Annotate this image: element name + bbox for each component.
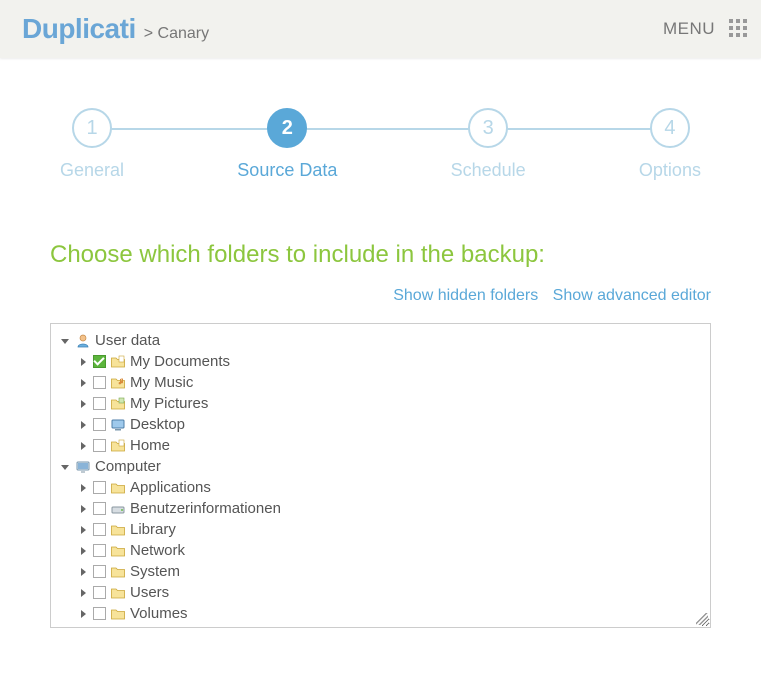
menu-grid-icon	[729, 19, 749, 39]
tree-node[interactable]: Desktop	[59, 414, 702, 435]
include-checkbox[interactable]	[93, 355, 106, 368]
folder-pic-icon	[110, 396, 126, 412]
step-source-data[interactable]: 2 Source Data	[237, 108, 337, 181]
step-number: 4	[650, 108, 690, 148]
tree-node[interactable]: Home	[59, 435, 702, 456]
tree-node-label: Library	[130, 519, 176, 540]
step-label: Source Data	[237, 160, 337, 181]
include-checkbox[interactable]	[93, 544, 106, 557]
tree-node-label: User data	[95, 330, 160, 351]
app-logo-text[interactable]: Duplicati	[22, 13, 136, 45]
breadcrumb: > Canary	[144, 25, 209, 43]
expand-icon[interactable]	[77, 566, 89, 578]
folder-icon	[110, 606, 126, 622]
expand-icon[interactable]	[77, 524, 89, 536]
expand-icon[interactable]	[77, 356, 89, 368]
folder-icon	[110, 480, 126, 496]
expand-icon[interactable]	[77, 419, 89, 431]
tree-node[interactable]: bin	[59, 624, 702, 628]
expand-icon[interactable]	[77, 545, 89, 557]
include-checkbox[interactable]	[93, 439, 106, 452]
computer-icon	[75, 459, 91, 475]
tree-node-label: My Music	[130, 372, 193, 393]
step-options[interactable]: 4 Options	[639, 108, 701, 181]
menu-button[interactable]: MENU	[663, 19, 749, 39]
expand-icon[interactable]	[77, 482, 89, 494]
step-label: General	[60, 160, 124, 181]
user-icon	[75, 333, 91, 349]
step-general[interactable]: 1 General	[60, 108, 124, 181]
step-number: 2	[267, 108, 307, 148]
include-checkbox[interactable]	[93, 418, 106, 431]
tree-node[interactable]: Benutzerinformationen	[59, 498, 702, 519]
folder-doc-icon	[110, 438, 126, 454]
folder-icon	[110, 585, 126, 601]
show-hidden-folders-link[interactable]: Show hidden folders	[393, 287, 538, 304]
include-checkbox[interactable]	[93, 397, 106, 410]
tree-node[interactable]: My Music	[59, 372, 702, 393]
tree-node-label: My Documents	[130, 351, 230, 372]
tree-node-label: Desktop	[130, 414, 185, 435]
expand-icon[interactable]	[77, 398, 89, 410]
drive-icon	[110, 501, 126, 517]
folder-doc-icon	[110, 354, 126, 370]
tree-node[interactable]: User data	[59, 330, 702, 351]
include-checkbox[interactable]	[93, 502, 106, 515]
folder-tree[interactable]: User dataMy DocumentsMy MusicMy Pictures…	[50, 323, 711, 628]
step-schedule[interactable]: 3 Schedule	[451, 108, 526, 181]
tree-node-label: My Pictures	[130, 393, 208, 414]
tree-options-row: Show hidden folders Show advanced editor	[50, 287, 711, 305]
step-label: Schedule	[451, 160, 526, 181]
tree-node-label: bin	[130, 624, 150, 628]
tree-node[interactable]: Library	[59, 519, 702, 540]
tree-node-label: Applications	[130, 477, 211, 498]
include-checkbox[interactable]	[93, 586, 106, 599]
tree-node-label: Computer	[95, 456, 161, 477]
collapse-icon[interactable]	[59, 461, 71, 473]
folder-icon	[110, 522, 126, 538]
tree-node[interactable]: My Documents	[59, 351, 702, 372]
tree-node[interactable]: System	[59, 561, 702, 582]
include-checkbox[interactable]	[93, 565, 106, 578]
expand-icon[interactable]	[77, 503, 89, 515]
folder-icon	[110, 564, 126, 580]
desktop-icon	[110, 417, 126, 433]
show-advanced-editor-link[interactable]: Show advanced editor	[553, 287, 711, 304]
tree-node[interactable]: Computer	[59, 456, 702, 477]
tree-node[interactable]: Volumes	[59, 603, 702, 624]
wizard-stepper: 1 General 2 Source Data 3 Schedule 4 Opt…	[60, 108, 701, 181]
tree-node-label: Users	[130, 582, 169, 603]
app-header: Duplicati > Canary MENU	[0, 0, 761, 58]
folder-icon	[110, 543, 126, 559]
tree-node-label: Home	[130, 435, 170, 456]
tree-node-label: Network	[130, 540, 185, 561]
expand-icon[interactable]	[77, 608, 89, 620]
menu-label: MENU	[663, 19, 715, 39]
include-checkbox[interactable]	[93, 376, 106, 389]
tree-node[interactable]: Applications	[59, 477, 702, 498]
folder-music-icon	[110, 375, 126, 391]
section-title: Choose which folders to include in the b…	[50, 241, 711, 269]
expand-icon[interactable]	[77, 587, 89, 599]
step-number: 1	[72, 108, 112, 148]
stepper-line	[100, 128, 661, 130]
brand-area: Duplicati > Canary	[22, 13, 209, 45]
folder-icon	[110, 627, 126, 629]
tree-node[interactable]: Network	[59, 540, 702, 561]
expand-icon[interactable]	[77, 440, 89, 452]
include-checkbox[interactable]	[93, 481, 106, 494]
include-checkbox[interactable]	[93, 523, 106, 536]
tree-node[interactable]: Users	[59, 582, 702, 603]
tree-node-label: Benutzerinformationen	[130, 498, 281, 519]
tree-node-label: Volumes	[130, 603, 188, 624]
include-checkbox[interactable]	[93, 607, 106, 620]
step-number: 3	[468, 108, 508, 148]
step-label: Options	[639, 160, 701, 181]
tree-node-label: System	[130, 561, 180, 582]
expand-icon[interactable]	[77, 377, 89, 389]
tree-node[interactable]: My Pictures	[59, 393, 702, 414]
collapse-icon[interactable]	[59, 335, 71, 347]
